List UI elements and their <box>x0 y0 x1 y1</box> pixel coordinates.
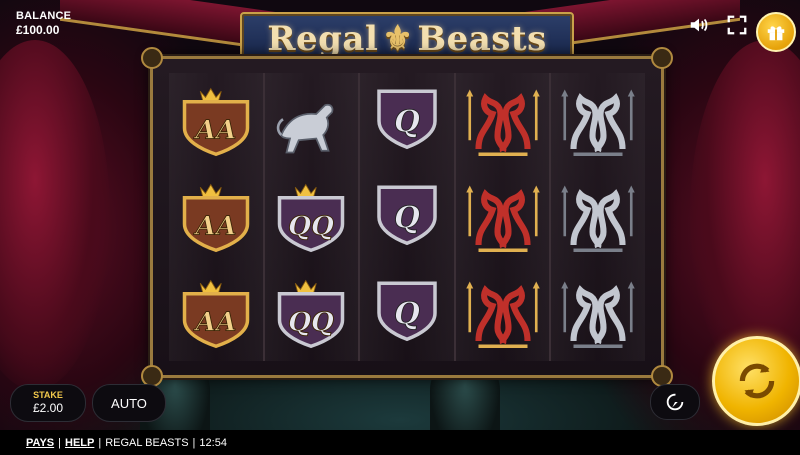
logo-text: Regal ⚜ Beasts <box>267 19 546 59</box>
reel-symbol-AA: AA <box>169 169 263 265</box>
pays-link[interactable]: PAYS <box>26 437 54 449</box>
reel-2: QQ QQ <box>264 73 361 361</box>
autoplay-button[interactable]: AUTO <box>92 384 166 422</box>
reel-symbol-silver-dragons <box>551 73 645 169</box>
logo-text-left: Regal <box>267 19 379 59</box>
logo-text-right: Beasts <box>417 19 547 59</box>
footer-separator: | <box>192 436 196 449</box>
red-dragons-symbol-icon <box>465 185 540 252</box>
reel-symbol-beast <box>265 73 359 169</box>
AA-symbol-icon: AA <box>182 183 250 253</box>
reel-symbol-QQ: QQ <box>265 265 359 361</box>
stake-button[interactable]: STAKE £2.00 <box>10 384 86 422</box>
reel-3: Q Q Q <box>360 73 456 361</box>
fullscreen-button[interactable] <box>726 14 748 36</box>
svg-text:Q: Q <box>394 297 420 332</box>
reel-symbol-Q: Q <box>360 265 454 361</box>
red-dragons-symbol-icon <box>465 89 540 156</box>
reel-symbol-Q: Q <box>360 73 454 169</box>
beast-symbol-icon <box>277 103 334 154</box>
AA-symbol-icon: AA <box>182 87 250 157</box>
red-dragons-symbol-icon <box>465 281 540 348</box>
silver-dragons-symbol-icon <box>561 281 635 348</box>
frame-ornament <box>141 47 163 69</box>
reel-symbol-silver-dragons <box>551 265 645 361</box>
svg-text:AA: AA <box>192 115 236 146</box>
help-link[interactable]: HELP <box>65 437 94 449</box>
reel-symbol-red-dragons <box>456 169 550 265</box>
turbo-icon <box>666 393 684 411</box>
reel-1: AA AA AA <box>169 73 265 361</box>
gift-button[interactable] <box>756 12 796 52</box>
game-name: REGAL BEASTS <box>105 436 189 449</box>
svg-text:QQ: QQ <box>289 211 335 242</box>
silver-dragons-symbol-icon <box>561 185 635 252</box>
footer-bar: PAYS | HELP | REGAL BEASTS | 12:54 <box>0 430 800 455</box>
reel-frame: AA AA AA QQ QQ Q Q Q <box>141 47 673 387</box>
reel-symbol-silver-dragons <box>551 169 645 265</box>
game-stage: BALANCE £100.00 Regal ⚜ Beasts AA AA AA QQ QQ Q… <box>0 0 800 455</box>
svg-text:QQ: QQ <box>289 307 335 338</box>
svg-text:AA: AA <box>192 307 236 338</box>
reel-4 <box>455 73 552 361</box>
silver-dragons-symbol-icon <box>561 89 635 156</box>
AA-symbol-icon: AA <box>182 279 250 349</box>
clock: 12:54 <box>199 436 227 449</box>
balance-label: BALANCE <box>16 10 72 22</box>
Q-symbol-icon: Q <box>377 281 437 342</box>
reel-symbol-red-dragons <box>456 73 550 169</box>
reel-symbol-AA: AA <box>169 73 263 169</box>
QQ-symbol-icon: QQ <box>278 183 345 253</box>
Q-symbol-icon: Q <box>377 89 437 150</box>
reel-symbol-red-dragons <box>456 265 550 361</box>
left-curtain <box>0 40 110 390</box>
reel-symbol-QQ: QQ <box>265 169 359 265</box>
reel-symbol-AA: AA <box>169 265 263 361</box>
speaker-icon <box>690 18 708 32</box>
fleur-de-lis-icon: ⚜ <box>382 19 414 59</box>
frame-ornament <box>651 47 673 69</box>
balance-display: BALANCE £100.00 <box>16 10 71 37</box>
Q-symbol-icon: Q <box>377 185 437 246</box>
reels-grid: AA AA AA QQ QQ Q Q Q <box>169 73 645 361</box>
stake-label: STAKE <box>33 390 63 400</box>
svg-text:AA: AA <box>192 211 236 242</box>
footer-separator: | <box>98 436 102 449</box>
balance-value: £100.00 <box>16 23 60 37</box>
footer-separator: | <box>58 436 61 449</box>
spin-arrows-icon <box>739 363 775 399</box>
gift-icon <box>767 26 785 41</box>
svg-text:Q: Q <box>394 201 420 236</box>
reel-symbol-Q: Q <box>360 169 454 265</box>
spin-button[interactable] <box>712 336 800 426</box>
reel-5 <box>551 73 645 361</box>
sound-button[interactable] <box>688 14 710 36</box>
fullscreen-icon <box>727 15 747 35</box>
QQ-symbol-icon: QQ <box>278 279 345 349</box>
stake-value: £2.00 <box>32 401 64 415</box>
svg-text:Q: Q <box>394 105 420 140</box>
turbo-button[interactable] <box>650 384 700 420</box>
